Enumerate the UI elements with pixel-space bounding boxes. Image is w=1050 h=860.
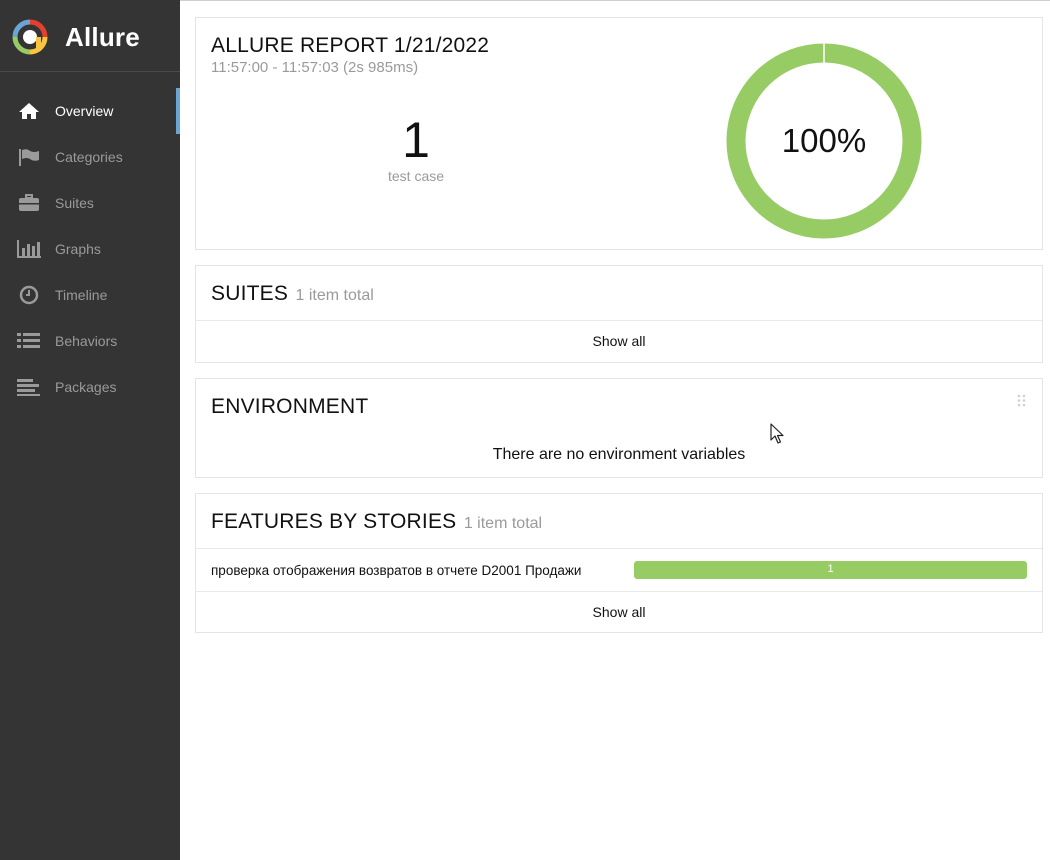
- suites-total: 1 item total: [295, 287, 374, 304]
- drag-handle-icon[interactable]: [1017, 394, 1026, 407]
- list-icon: [17, 331, 41, 351]
- feature-name: проверка отображения возвратов в отчете …: [211, 563, 582, 578]
- sidebar-item-label: Behaviors: [55, 333, 118, 349]
- home-icon: [17, 101, 41, 121]
- sidebar-item-label: Overview: [55, 103, 114, 119]
- allure-logo-icon: [12, 19, 48, 55]
- sidebar-nav: Overview Categories Suites Graphs Timeli…: [0, 88, 180, 410]
- sidebar-item-label: Graphs: [55, 241, 101, 257]
- environment-widget: ENVIRONMENT There are no environment var…: [195, 378, 1043, 478]
- environment-empty-message: There are no environment variables: [492, 446, 746, 463]
- divider: [196, 320, 1042, 321]
- sidebar-item-suites[interactable]: Suites: [0, 180, 180, 226]
- sidebar-item-categories[interactable]: Categories: [0, 134, 180, 180]
- feature-row[interactable]: проверка отображения возвратов в отчете …: [196, 549, 1042, 591]
- sidebar-item-timeline[interactable]: Timeline: [0, 272, 180, 318]
- sidebar-item-label: Timeline: [55, 287, 108, 303]
- briefcase-icon: [17, 193, 41, 213]
- report-title: ALLURE REPORT 1/21/2022: [211, 34, 490, 57]
- suites-show-all-link[interactable]: Show all: [196, 333, 1042, 349]
- sidebar-item-overview[interactable]: Overview: [0, 88, 180, 134]
- sidebar-item-label: Categories: [55, 149, 123, 165]
- summary-widget: ALLURE REPORT 1/21/2022 11:57:00 - 11:57…: [195, 17, 1043, 250]
- sidebar-item-label: Suites: [55, 195, 94, 211]
- environment-header: ENVIRONMENT: [211, 395, 368, 419]
- top-border: [180, 0, 1050, 1]
- mouse-cursor-icon: [770, 423, 784, 444]
- features-by-stories-widget: FEATURES BY STORIES 1 item total проверк…: [195, 493, 1043, 633]
- pass-percentage: 100%: [781, 122, 867, 159]
- divider: [196, 591, 1042, 592]
- sidebar: Allure Overview Categories Suites Graphs: [0, 0, 180, 860]
- bar-chart-icon: [17, 239, 41, 259]
- test-case-count: 1: [402, 112, 430, 168]
- features-total: 1 item total: [463, 515, 543, 532]
- clock-icon: [17, 285, 41, 305]
- sidebar-item-label: Packages: [55, 379, 117, 395]
- brand[interactable]: Allure: [0, 0, 180, 72]
- suites-widget: SUITES 1 item total Show all: [195, 265, 1043, 363]
- feature-passed-count: 1: [827, 563, 834, 575]
- environment-title: ENVIRONMENT: [211, 395, 369, 418]
- features-title: FEATURES BY STORIES: [211, 510, 457, 533]
- report-time-range: 11:57:00 - 11:57:03 (2s 985ms): [211, 59, 419, 76]
- suites-header: SUITES 1 item total: [211, 282, 374, 306]
- features-show-all-link[interactable]: Show all: [196, 604, 1042, 620]
- sidebar-item-graphs[interactable]: Graphs: [0, 226, 180, 272]
- sidebar-item-packages[interactable]: Packages: [0, 364, 180, 410]
- flag-icon: [17, 147, 41, 167]
- sidebar-item-behaviors[interactable]: Behaviors: [0, 318, 180, 364]
- align-left-icon: [17, 377, 41, 397]
- suites-title: SUITES: [211, 282, 289, 305]
- feature-status-bar[interactable]: 1: [634, 561, 1027, 579]
- test-case-count-label: test case: [387, 168, 445, 184]
- brand-name: Allure: [65, 22, 140, 52]
- features-header: FEATURES BY STORIES 1 item total: [211, 510, 542, 534]
